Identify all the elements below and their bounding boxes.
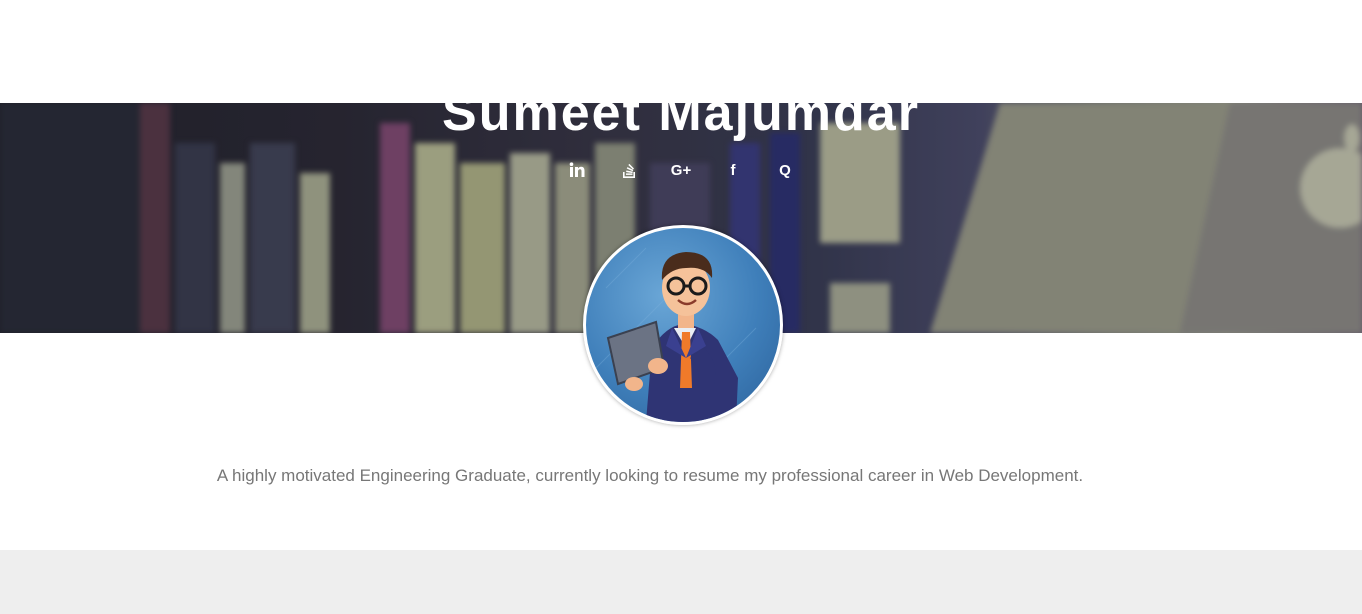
quora-link[interactable]: Q	[773, 157, 797, 183]
profile-page: Sumeet Majumdar G+ f Q A highly motivate…	[0, 0, 1362, 614]
stackoverflow-link[interactable]	[617, 157, 641, 183]
google-plus-icon: G+	[670, 161, 692, 179]
profile-bio: A highly motivated Engineering Graduate,…	[216, 466, 1084, 485]
google-plus-link[interactable]: G+	[669, 157, 693, 183]
social-links: G+ f Q	[0, 157, 1362, 183]
top-bar	[0, 0, 1362, 103]
avatar-illustration-icon	[595, 247, 757, 422]
linkedin-icon	[569, 162, 585, 178]
linkedin-link[interactable]	[565, 157, 589, 183]
stackoverflow-icon	[621, 161, 637, 179]
footer-band	[0, 550, 1362, 614]
profile-avatar	[583, 225, 783, 425]
quora-icon: Q	[779, 161, 791, 179]
facebook-link[interactable]: f	[721, 157, 745, 183]
facebook-icon: f	[730, 161, 736, 179]
